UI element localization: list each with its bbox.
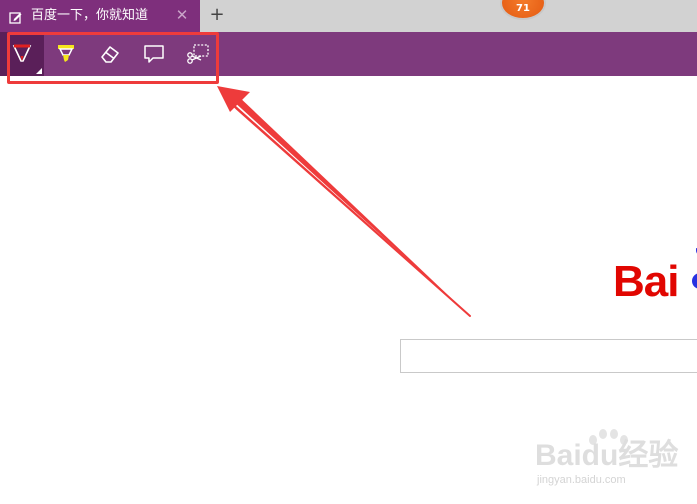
watermark: Baidu经验 jingyan.baidu.com <box>535 428 685 490</box>
watermark-main: Baidu经验 <box>535 439 679 472</box>
logo-text: Bai <box>613 257 679 306</box>
watermark-sub: jingyan.baidu.com <box>537 474 626 486</box>
search-input[interactable] <box>400 339 697 373</box>
paw-icon <box>692 248 697 289</box>
